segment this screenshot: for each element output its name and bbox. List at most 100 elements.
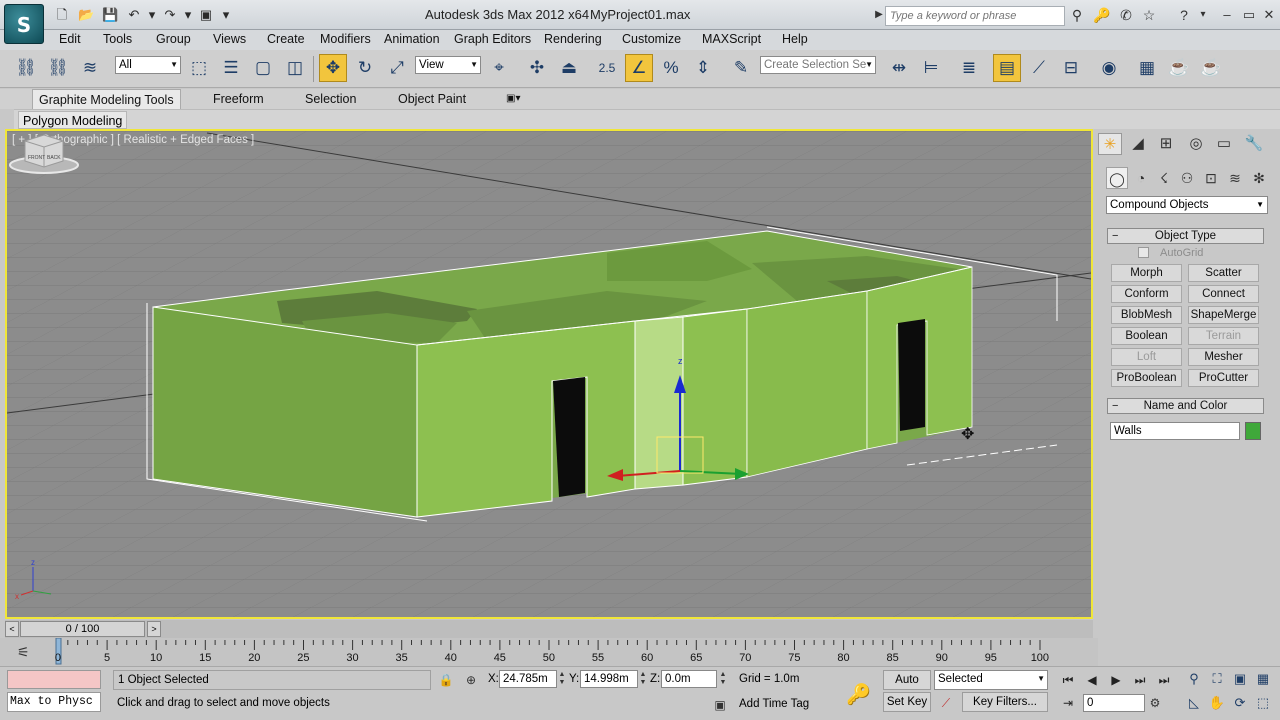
geometry-icon[interactable]: ◯ — [1106, 167, 1128, 189]
menu-modifiers[interactable]: Modifiers — [320, 32, 371, 46]
go-to-start-icon[interactable]: ⏮ — [1058, 671, 1078, 689]
motion-panel-tab[interactable]: ◎ — [1184, 133, 1208, 155]
open-mini-curve-editor-icon[interactable]: ⚟ — [17, 644, 30, 661]
systems-icon[interactable]: ✻ — [1248, 167, 1270, 189]
snaps-toggle-icon[interactable]: 2.5 — [593, 54, 621, 82]
select-by-name-icon[interactable]: ☰ — [217, 54, 245, 82]
redo-dropdown-icon[interactable]: ▾ — [180, 7, 196, 23]
undo-icon[interactable]: ↶ — [126, 7, 142, 23]
binoculars-icon[interactable]: ⚲ — [1068, 6, 1086, 24]
select-and-link-icon[interactable]: ⛓ — [12, 54, 40, 82]
redo-icon[interactable]: ↷ — [162, 7, 178, 23]
search-input[interactable] — [886, 7, 1064, 25]
new-file-icon[interactable]: 🗋 — [54, 7, 70, 23]
menu-customize[interactable]: Customize — [622, 32, 681, 46]
restore-icon[interactable]: ▭ — [1240, 6, 1258, 24]
object-name-field[interactable]: Walls — [1110, 422, 1240, 440]
hierarchy-panel-tab[interactable]: ⊞ — [1154, 133, 1178, 155]
name-and-color-rollout[interactable]: − Name and Color — [1107, 398, 1264, 414]
spinner-snap-icon[interactable]: ⇕ — [689, 54, 717, 82]
help-dropdown-icon[interactable]: ▾ — [1194, 6, 1212, 24]
maxscript-listener-input[interactable]: Max to Physc — [7, 692, 101, 712]
morph-button[interactable]: Morph — [1111, 264, 1182, 282]
y-coordinate-field[interactable]: 14.998m — [580, 670, 638, 688]
panel-polygon-modeling[interactable]: Polygon Modeling — [18, 111, 128, 129]
edit-named-selection-icon[interactable]: ✎ — [727, 54, 755, 82]
selection-lock-icon[interactable]: 🔒 — [437, 671, 455, 689]
render-production-icon[interactable]: ☕ — [1197, 54, 1225, 82]
mesher-button[interactable]: Mesher — [1188, 348, 1259, 366]
rectangular-selection-icon[interactable]: ▢ — [249, 54, 277, 82]
absolute-offset-mode-icon[interactable]: ⊕ — [462, 671, 480, 689]
connect-button[interactable]: Connect — [1188, 285, 1259, 303]
open-file-icon[interactable]: 📂 — [78, 7, 94, 23]
z-coordinate-field[interactable]: 0.0m — [661, 670, 717, 688]
close-icon[interactable]: ✕ — [1260, 6, 1278, 24]
time-slider-thumb[interactable]: 0 / 100 — [20, 621, 145, 637]
create-panel-tab[interactable]: ✳ — [1098, 133, 1122, 155]
conform-button[interactable]: Conform — [1111, 285, 1182, 303]
z-spinner-icon[interactable]: ▲ ▼ — [719, 671, 727, 687]
scatter-button[interactable]: Scatter — [1188, 264, 1259, 282]
display-panel-tab[interactable]: ▭ — [1212, 133, 1236, 155]
y-spinner-icon[interactable]: ▲ ▼ — [639, 671, 647, 687]
terrain-button[interactable]: Terrain — [1188, 327, 1259, 345]
time-slider[interactable]: < 0 / 100 > — [5, 620, 1093, 638]
tab-object-paint[interactable]: Object Paint — [392, 89, 472, 109]
material-editor-icon[interactable]: ◉ — [1095, 54, 1123, 82]
autogrid-checkbox[interactable] — [1138, 247, 1149, 258]
previous-frame-icon[interactable]: ◀ — [1082, 671, 1102, 689]
key-mode-toggle-icon[interactable]: ⇥ — [1058, 694, 1078, 712]
object-color-swatch[interactable] — [1245, 422, 1261, 440]
angle-snap-icon[interactable]: ∠ — [625, 54, 653, 82]
align-icon[interactable]: ⊨ — [917, 54, 945, 82]
menu-edit[interactable]: Edit — [59, 32, 81, 46]
tab-selection[interactable]: Selection — [299, 89, 362, 109]
blobmesh-button[interactable]: BlobMesh — [1111, 306, 1182, 324]
time-slider-next-icon[interactable]: > — [147, 621, 161, 637]
time-slider-prev-icon[interactable]: < — [5, 621, 19, 637]
default-in-out-tangent-icon[interactable]: ⟋ — [937, 694, 955, 712]
mirror-icon[interactable]: ⇹ — [885, 54, 913, 82]
maxscript-listener-output[interactable] — [7, 670, 101, 689]
curve-editor-icon[interactable]: ⟋ — [1025, 54, 1053, 82]
procutter-button[interactable]: ProCutter — [1188, 369, 1259, 387]
quick-access-dropdown-icon[interactable]: ▾ — [218, 7, 234, 23]
rendered-frame-window-icon[interactable]: ☕ — [1165, 54, 1193, 82]
graphite-modeling-toggle-icon[interactable]: ▤ — [993, 54, 1021, 82]
render-setup-icon[interactable]: ▦ — [1133, 54, 1161, 82]
select-and-scale-icon[interactable]: ⤢ — [383, 54, 411, 82]
perspective-viewport[interactable]: z z x [ + ] [ Orthographic ] [ Realistic… — [5, 129, 1093, 619]
favorites-star-icon[interactable]: ☆ — [1140, 6, 1158, 24]
helpers-icon[interactable]: ⊡ — [1200, 167, 1222, 189]
application-button[interactable]: S — [4, 4, 44, 44]
play-icon[interactable]: ▶ — [1106, 671, 1126, 689]
unlink-selection-icon[interactable]: ⛓ — [44, 54, 72, 82]
shapes-icon[interactable]: ◔ — [1130, 167, 1152, 189]
zoom-extents-icon[interactable]: ▣ — [1230, 669, 1250, 689]
orbit-icon[interactable]: ⟳ — [1230, 693, 1250, 713]
help-icon[interactable]: ? — [1175, 6, 1193, 24]
maximize-viewport-icon[interactable]: ⬚ — [1253, 693, 1273, 713]
cameras-icon[interactable]: ⚇ — [1176, 167, 1198, 189]
named-selection-sets-dropdown[interactable]: Create Selection Se — [760, 56, 876, 74]
field-of-view-icon[interactable]: ◺ — [1184, 693, 1204, 713]
modify-panel-tab[interactable]: ◢ — [1126, 133, 1150, 155]
current-frame-field[interactable]: 0 — [1083, 694, 1145, 712]
ribbon-options-dropdown-icon[interactable]: ▣▾ — [500, 89, 526, 109]
undo-dropdown-icon[interactable]: ▾ — [144, 7, 160, 23]
menu-help[interactable]: Help — [782, 32, 808, 46]
selection-filter-dropdown[interactable]: All — [115, 56, 181, 74]
menu-views[interactable]: Views — [213, 32, 246, 46]
lights-icon[interactable]: ☇ — [1153, 167, 1175, 189]
pivot-center-icon[interactable]: ⌖ — [485, 54, 513, 82]
zoom-icon[interactable]: ⚲ — [1184, 669, 1204, 689]
menu-rendering[interactable]: Rendering — [544, 32, 602, 46]
time-tag-icon[interactable]: ▣ — [711, 696, 729, 714]
reference-coordinate-dropdown[interactable]: View — [415, 56, 481, 74]
subscription-icon[interactable]: 🔑 — [1093, 6, 1111, 24]
pan-view-icon[interactable]: ✋ — [1207, 693, 1227, 713]
menu-animation[interactable]: Animation — [384, 32, 440, 46]
geometry-category-dropdown[interactable]: Compound Objects — [1106, 196, 1268, 214]
go-to-end-icon[interactable]: ⏭ — [1154, 671, 1174, 689]
